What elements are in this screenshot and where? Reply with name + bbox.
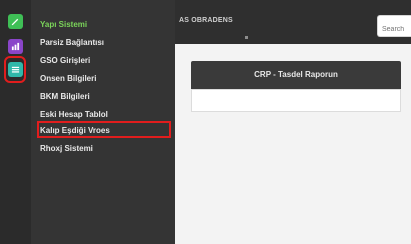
chart-icon[interactable] xyxy=(8,39,23,54)
sidebar-item-rhoxj-sistemi[interactable]: Rhoxj Sistemi xyxy=(40,142,93,156)
sidebar-item-bkm-bilgileri[interactable]: BKM Bilgileri xyxy=(40,90,90,104)
dropdown-indicator[interactable] xyxy=(245,36,248,39)
user-label: AS OBRADENS xyxy=(179,17,233,24)
panel-body xyxy=(191,89,401,112)
sidebar-item-onsen-bilgileri[interactable]: Onsen Bilgileri xyxy=(40,72,96,86)
search-input[interactable] xyxy=(377,15,411,37)
sidebar-item-parsiz-baglantisi[interactable]: Parsiz Bağlantısı xyxy=(40,36,104,50)
edit-icon[interactable] xyxy=(8,14,23,29)
sidebar-item-gso-girisleri[interactable]: GSO Girişleri xyxy=(40,54,90,68)
main-content: AS OBRADENS CRP - Tasdel Raporun xyxy=(175,0,411,244)
sidebar-item-eski-hesap-tablol[interactable]: Eski Hesap Tablol xyxy=(40,108,108,122)
menu-selection-highlight xyxy=(37,121,171,138)
panel-title: CRP - Tasdel Raporun xyxy=(191,61,401,89)
top-bar: AS OBRADENS xyxy=(175,0,411,44)
rail-selection-highlight xyxy=(4,56,26,83)
icon-rail xyxy=(0,0,31,244)
report-panel: CRP - Tasdel Raporun xyxy=(191,61,401,113)
sidebar-item-yapi-sistemi[interactable]: Yapı Sistemi xyxy=(40,18,87,32)
